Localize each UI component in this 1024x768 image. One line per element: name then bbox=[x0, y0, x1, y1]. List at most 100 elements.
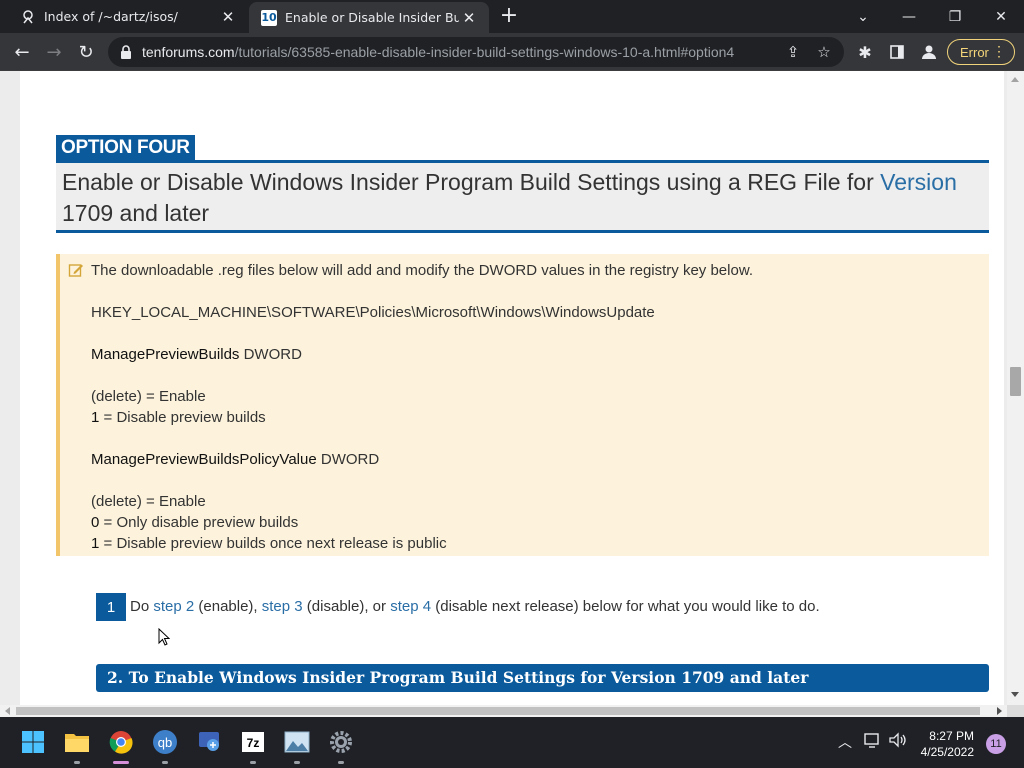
bookmark-star-icon[interactable]: ☆ bbox=[815, 43, 833, 61]
scroll-up-arrow-icon[interactable] bbox=[1011, 77, 1019, 82]
site-favicon-icon bbox=[20, 9, 36, 25]
url-path: /tutorials/63585-enable-disable-insider-… bbox=[234, 44, 735, 60]
step-number-badge: 1 bbox=[96, 593, 126, 621]
step-text-part: Do bbox=[130, 598, 154, 615]
back-button[interactable]: ← bbox=[7, 37, 37, 67]
svg-text:qb: qb bbox=[158, 735, 172, 750]
tab-index-of-isos[interactable]: Index of /~dartz/isos/ ✕ bbox=[8, 0, 248, 33]
value1-name: ManagePreviewBuilds bbox=[91, 346, 240, 363]
extensions-puzzle-icon[interactable]: ✱ bbox=[850, 37, 880, 67]
more-menu-icon: ⋮ bbox=[992, 43, 1006, 59]
app-running-indicator bbox=[294, 761, 300, 764]
windows-taskbar: qb 7z ︿ 8:27 PM 4/25/2022 11 bbox=[0, 717, 1024, 768]
tab-search-chevron-icon[interactable]: ⌄ bbox=[840, 0, 886, 33]
remote-desktop-icon[interactable] bbox=[194, 727, 224, 757]
restore-button[interactable]: ❐ bbox=[932, 0, 978, 33]
page-viewport: OPTION FOUR Enable or Disable Windows In… bbox=[0, 71, 1024, 717]
value2-heading: ManagePreviewBuildsPolicyValue DWORD bbox=[91, 449, 989, 470]
value-desc: = Disable preview builds once next relea… bbox=[99, 535, 447, 552]
browser-toolbar: ← → ↻ tenforums.com/tutorials/63585-enab… bbox=[0, 33, 1024, 71]
tab-strip: Index of /~dartz/isos/ ✕ 10 Enable or Di… bbox=[0, 0, 1024, 33]
minimize-button[interactable]: — bbox=[886, 0, 932, 33]
address-bar[interactable]: tenforums.com/tutorials/63585-enable-dis… bbox=[108, 37, 844, 67]
start-icon[interactable] bbox=[18, 727, 48, 757]
heading-text: Enable or Disable Windows Insider Progra… bbox=[62, 169, 881, 195]
clock-date: 4/25/2022 bbox=[920, 745, 974, 759]
forward-button[interactable]: → bbox=[39, 37, 69, 67]
file-explorer-icon[interactable] bbox=[62, 727, 92, 757]
tab-title: Enable or Disable Insider Build Se bbox=[285, 10, 459, 25]
value1-heading: ManagePreviewBuilds DWORD bbox=[91, 344, 989, 365]
lock-icon bbox=[121, 45, 131, 59]
7zip-icon[interactable]: 7z bbox=[238, 727, 268, 757]
settings-icon[interactable] bbox=[326, 727, 356, 757]
new-tab-button[interactable]: + bbox=[498, 5, 520, 28]
tab-enable-disable-insider[interactable]: 10 Enable or Disable Insider Build Se ✕ bbox=[249, 2, 489, 33]
mouse-cursor-icon bbox=[158, 628, 170, 646]
registry-note-box: The downloadable .reg files below will a… bbox=[56, 254, 989, 556]
value2-type: DWORD bbox=[316, 451, 380, 468]
value2-option-1: 1 = Disable preview builds once next rel… bbox=[91, 533, 989, 554]
close-tab-icon[interactable]: ✕ bbox=[218, 7, 238, 27]
photos-icon[interactable] bbox=[282, 727, 312, 757]
value2-name: ManagePreviewBuildsPolicyValue bbox=[91, 451, 317, 468]
app-active-indicator bbox=[113, 761, 129, 764]
qbittorrent-icon[interactable]: qb bbox=[150, 727, 180, 757]
url-host: tenforums.com bbox=[142, 44, 235, 60]
vertical-scroll-thumb[interactable] bbox=[1010, 367, 1021, 396]
profile-avatar-icon[interactable] bbox=[914, 37, 944, 67]
url-text: tenforums.com/tutorials/63585-enable-dis… bbox=[142, 44, 734, 60]
horizontal-scrollbar[interactable] bbox=[0, 705, 1007, 717]
close-tab-icon[interactable]: ✕ bbox=[459, 8, 479, 28]
app-running-indicator bbox=[162, 761, 168, 764]
value1-delete-enable: (delete) = Enable bbox=[91, 388, 206, 405]
note-edit-icon bbox=[68, 264, 83, 277]
scrollbar-corner bbox=[1007, 705, 1024, 717]
vertical-scrollbar[interactable] bbox=[1007, 71, 1024, 705]
scroll-right-arrow-icon[interactable] bbox=[997, 707, 1002, 715]
app-running-indicator bbox=[74, 761, 80, 764]
value-desc: = Disable preview builds bbox=[99, 409, 266, 426]
step-text-part: (enable), bbox=[194, 598, 262, 615]
value1-type: DWORD bbox=[239, 346, 302, 363]
article-page: OPTION FOUR Enable or Disable Windows In… bbox=[20, 71, 1004, 717]
close-window-button[interactable]: ✕ bbox=[978, 0, 1024, 33]
app-running-indicator bbox=[338, 761, 344, 764]
step3-link[interactable]: step 3 bbox=[262, 598, 303, 615]
step1-text: Do step 2 (enable), step 3 (disable), or… bbox=[130, 598, 820, 615]
step-text-part: (disable next release) below for what yo… bbox=[431, 598, 820, 615]
registry-key-path: HKEY_LOCAL_MACHINE\SOFTWARE\Policies\Mic… bbox=[91, 304, 655, 321]
reload-button[interactable]: ↻ bbox=[71, 37, 101, 67]
volume-icon[interactable] bbox=[889, 732, 907, 752]
note-intro: The downloadable .reg files below will a… bbox=[91, 262, 753, 279]
value2-delete-enable: (delete) = Enable bbox=[91, 493, 206, 510]
section2-title-bar: 2. To Enable Windows Insider Program Bui… bbox=[96, 664, 989, 692]
clock-time: 8:27 PM bbox=[929, 729, 974, 743]
svg-text:7z: 7z bbox=[247, 736, 260, 750]
step4-link[interactable]: step 4 bbox=[390, 598, 431, 615]
step2-link[interactable]: step 2 bbox=[153, 598, 194, 615]
app-running-indicator bbox=[250, 761, 256, 764]
version-link[interactable]: Version bbox=[880, 169, 957, 195]
heading-text-tail: 1709 and later bbox=[62, 200, 210, 226]
tenforums-favicon-icon: 10 bbox=[261, 9, 277, 26]
error-label: Error bbox=[960, 44, 989, 60]
option-four-label: OPTION FOUR bbox=[56, 135, 195, 161]
value2-option-0: 0 = Only disable preview builds bbox=[91, 512, 989, 533]
value-desc: = Only disable preview builds bbox=[99, 514, 299, 531]
show-hidden-icons-chevron-icon[interactable]: ︿ bbox=[838, 732, 852, 752]
tab-title: Index of /~dartz/isos/ bbox=[44, 9, 178, 24]
scroll-left-arrow-icon[interactable] bbox=[5, 707, 10, 715]
scroll-down-arrow-icon[interactable] bbox=[1011, 692, 1019, 697]
chrome-icon[interactable] bbox=[106, 727, 136, 757]
network-icon[interactable] bbox=[864, 732, 882, 752]
horizontal-scroll-thumb[interactable] bbox=[16, 707, 980, 715]
system-clock[interactable]: 8:27 PM 4/25/2022 bbox=[910, 728, 974, 760]
error-menu-button[interactable]: Error ⋮ bbox=[947, 39, 1015, 65]
option-four-heading: Enable or Disable Windows Insider Progra… bbox=[56, 160, 989, 233]
share-icon[interactable]: ⇪ bbox=[784, 43, 802, 61]
value1-option: 1 = Disable preview builds bbox=[91, 407, 989, 428]
notification-count-badge[interactable]: 11 bbox=[986, 734, 1006, 754]
side-panel-icon[interactable] bbox=[882, 37, 912, 67]
step-text-part: (disable), or bbox=[302, 598, 391, 615]
